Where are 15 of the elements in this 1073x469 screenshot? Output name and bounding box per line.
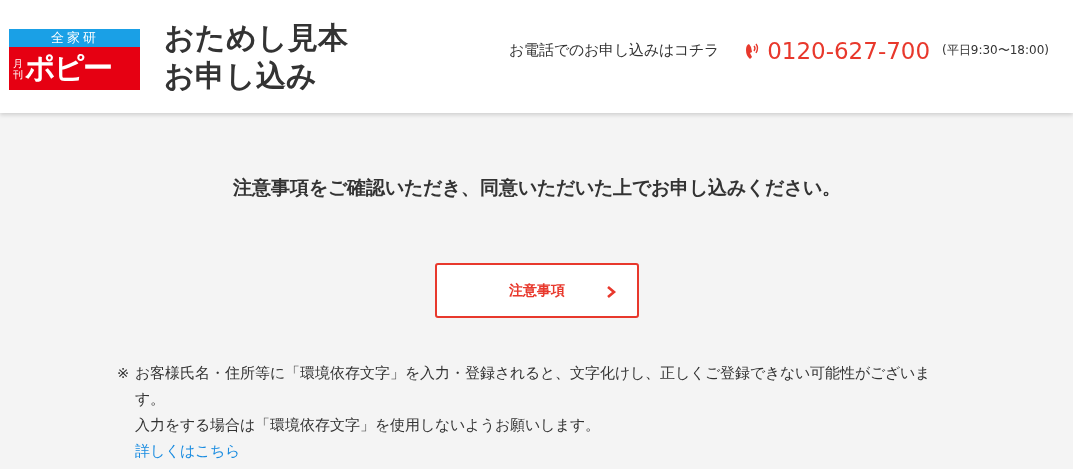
business-hours: (平日9:30〜18:00) xyxy=(942,42,1049,59)
instruction-heading: 注意事項をご確認いただき、同意いただいた上でお申し込みください。 xyxy=(231,175,842,200)
page-title: お申し込み xyxy=(164,56,318,95)
phone-number[interactable]: 0120-627-700 xyxy=(767,37,931,64)
details-link[interactable]: 詳しくはこちら xyxy=(135,443,240,459)
page-title: おためし見本 xyxy=(164,18,348,57)
chevron-icon xyxy=(605,285,617,299)
phone-label: お電話でのお申し込みはコチラ xyxy=(509,41,720,60)
note-text: 入力をする場合は「環境依存文字」を使用しないようお願いします。 xyxy=(135,417,600,433)
logo-top-text: 全家研 xyxy=(9,29,140,47)
note-text: お客様氏名・住所等に「環境依存文字」を入力・登録されると、文字化けし、正しくご登録できない可能性がございます。 xyxy=(135,364,931,409)
logo-name-text: ポピー xyxy=(25,49,111,87)
notice-button[interactable]: 注意事項 xyxy=(434,263,639,318)
note-mark: ※ xyxy=(117,364,131,383)
logo-side-text: 月刊 xyxy=(13,57,23,80)
